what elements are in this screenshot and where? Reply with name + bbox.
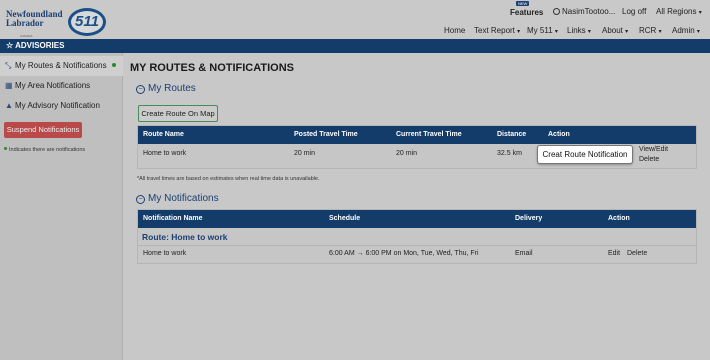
chevron-down-icon: ▾ <box>696 29 700 35</box>
logo-subtext: CANADA <box>20 34 33 38</box>
delete-link[interactable]: Delete <box>627 250 647 257</box>
sidebar-item-advisory[interactable]: ▲ My Advisory Notification <box>0 96 123 116</box>
nav-my511[interactable]: My 511 ▾ <box>527 26 558 35</box>
column-header: Action <box>608 215 630 222</box>
notifications-table: Notification Name Schedule Delivery Acti… <box>137 209 697 264</box>
suspend-notifications-button[interactable]: Suspend Notifications <box>4 122 82 138</box>
chevron-down-icon: ▾ <box>658 29 662 35</box>
create-route-button[interactable]: Create Route On Map <box>138 105 218 122</box>
nav-rcr[interactable]: RCR ▾ <box>639 26 662 35</box>
user-name: NasimTootoo... <box>562 7 616 16</box>
nav-label: RCR <box>639 26 657 35</box>
notification-dot-icon <box>4 147 7 150</box>
star-icon: ☆ <box>6 41 14 50</box>
posted-time: 20 min <box>294 150 316 157</box>
nav-label: My 511 <box>527 26 553 35</box>
features-link[interactable]: Features <box>510 8 543 17</box>
collapse-icon: − <box>136 195 145 204</box>
section-title-text: My Routes <box>148 83 196 94</box>
warning-icon: ▲ <box>5 101 13 110</box>
route-name: Home to work <box>143 150 187 157</box>
user-icon <box>553 8 560 15</box>
page-title: MY ROUTES & NOTIFICATIONS <box>130 62 294 74</box>
collapse-icon: − <box>136 85 145 94</box>
sidebar-item-area[interactable]: ▦ My Area Notifications <box>0 76 123 96</box>
regions-dropdown[interactable]: All Regions ▾ <box>656 7 702 16</box>
my-routes-heading[interactable]: − My Routes <box>136 83 196 94</box>
column-header: Posted Travel Time <box>294 131 358 138</box>
travel-time-note: *All travel times are based on estimates… <box>137 176 320 182</box>
route-group-label: Route: Home to work <box>138 228 696 246</box>
chevron-down-icon: ▾ <box>554 29 558 35</box>
edit-link[interactable]: Edit <box>608 250 620 257</box>
section-title-text: My Notifications <box>148 193 219 204</box>
delete-link[interactable]: Delete <box>639 156 659 163</box>
distance: 32.5 km <box>497 150 522 157</box>
routes-table-header: Route Name Posted Travel Time Current Tr… <box>138 126 696 144</box>
chevron-down-icon: ▾ <box>587 29 591 35</box>
nav-label: About <box>602 26 623 35</box>
nav-text-report[interactable]: Text Report ▾ <box>474 26 520 35</box>
column-header: Delivery <box>515 215 543 222</box>
notifications-table-header: Notification Name Schedule Delivery Acti… <box>138 210 696 228</box>
chevron-down-icon: ▾ <box>698 10 702 16</box>
logo-511: 511 <box>68 8 106 36</box>
column-header: Distance <box>497 131 527 138</box>
regions-label: All Regions <box>656 7 697 16</box>
site-logo[interactable]: Newfoundland Labrador CANADA 511 <box>4 4 122 38</box>
nav-label: Links <box>567 26 586 35</box>
notification-schedule: 6:00 AM → 6:00 PM on Mon, Tue, Wed, Thu,… <box>329 250 479 257</box>
current-time: 20 min <box>396 150 418 157</box>
notification-legend: Indicates there are notifications <box>4 147 85 153</box>
logoff-link[interactable]: Log off <box>622 7 646 16</box>
sidebar-item-label: My Advisory Notification <box>15 101 100 110</box>
column-header: Route Name <box>143 131 184 138</box>
nav-links[interactable]: Links ▾ <box>567 26 591 35</box>
nav-label: Admin <box>672 26 695 35</box>
legend-text: Indicates there are notifications <box>9 147 86 153</box>
top-header: Newfoundland Labrador CANADA 511 NEW Fea… <box>0 0 710 39</box>
create-notification-button[interactable]: Creat Route Notification <box>537 145 633 164</box>
route-icon: ⤡ <box>5 61 12 70</box>
advisories-bar[interactable]: ☆ ADVISORIES <box>0 39 710 53</box>
advisories-label: ADVISORIES <box>15 41 65 50</box>
sidebar-item-label: My Area Notifications <box>15 81 91 90</box>
view-edit-link[interactable]: View/Edit <box>639 146 668 153</box>
new-badge: NEW <box>516 1 530 6</box>
my-notifications-heading[interactable]: − My Notifications <box>136 193 219 204</box>
notification-name: Home to work <box>143 250 187 257</box>
map-icon: ▦ <box>5 81 13 90</box>
column-header: Action <box>548 131 570 138</box>
nav-label: Text Report <box>474 26 515 35</box>
notification-dot-icon <box>111 63 116 67</box>
column-header: Notification Name <box>143 215 203 222</box>
nav-about[interactable]: About ▾ <box>602 26 628 35</box>
table-row: Home to work 6:00 AM → 6:00 PM on Mon, T… <box>138 246 696 263</box>
logo-text: Newfoundland Labrador <box>6 9 63 28</box>
nav-home[interactable]: Home <box>444 26 465 35</box>
user-menu[interactable]: NasimTootoo... <box>553 7 615 16</box>
nav-admin[interactable]: Admin ▾ <box>672 26 700 35</box>
column-header: Current Travel Time <box>396 131 462 138</box>
sidebar-item-label: My Routes & Notifications <box>15 61 107 70</box>
chevron-down-icon: ▾ <box>625 29 629 35</box>
sidebar: ⤡ My Routes & Notifications ▦ My Area Noti… <box>0 53 123 360</box>
notification-delivery: Email <box>515 250 533 257</box>
column-header: Schedule <box>329 215 361 222</box>
sidebar-item-routes[interactable]: ⤡ My Routes & Notifications <box>0 56 123 76</box>
chevron-down-icon: ▾ <box>517 29 521 35</box>
